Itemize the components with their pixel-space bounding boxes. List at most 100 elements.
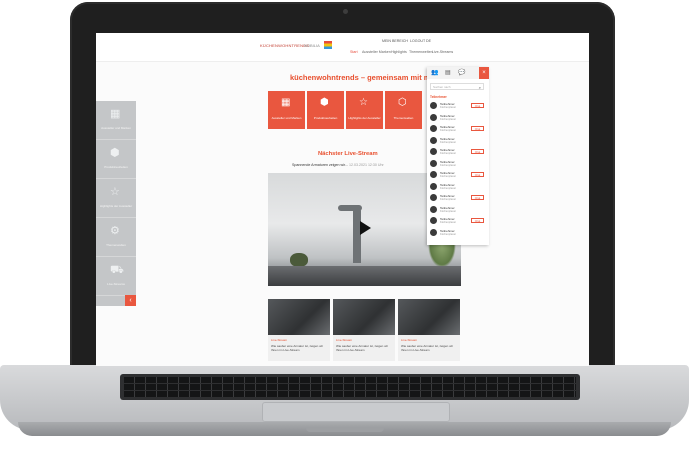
list-item[interactable]: Teilnehmer Küchenplaner [430, 228, 486, 238]
list-item[interactable]: Teilnehmer Küchenplaner Chat [430, 101, 486, 111]
participant-role: Küchenplaner [440, 106, 457, 109]
participant-role: Küchenplaner [440, 175, 457, 178]
lid-notch [306, 428, 384, 432]
participant-role: Küchenplaner [440, 221, 457, 224]
tile-highlights[interactable]: ☆ Highlights der Aussteller [346, 91, 383, 129]
sidebar-item-exhibitors[interactable]: ▦ Aussteller und Marken [96, 101, 136, 140]
livestream-date: 12.03.2021 12:30 Uhr [348, 163, 384, 167]
tile-themes[interactable]: ⬡ Themenwelten [385, 91, 422, 129]
livestream-heading: Nächster Live-Stream [318, 151, 378, 157]
counter-image [268, 266, 461, 286]
list-item[interactable]: Teilnehmer Küchenplaner [430, 205, 486, 215]
flag-icon [324, 41, 332, 49]
participant-role: Küchenplaner [440, 232, 457, 236]
list-item[interactable]: Teilnehmer Küchenplaner Chat [430, 170, 486, 180]
browser-viewport: KÜCHENWOHNTRENDS NOBILIA MEIN BEREICH LO… [96, 33, 589, 366]
participant-role: Küchenplaner [440, 140, 457, 144]
avatar [430, 113, 437, 121]
nav-highlights[interactable]: Highlights [391, 50, 407, 54]
tile-products[interactable]: ⬢ Produktneuheiten [307, 91, 344, 129]
nav-start[interactable]: Start [350, 50, 358, 54]
box-icon: ⬢ [320, 97, 329, 108]
teaser-image [268, 299, 330, 335]
chat-button[interactable]: Chat [471, 172, 484, 177]
panel-tabs: 👥 ▤ 💬 × [427, 67, 489, 79]
partner-logo: NOBILIA [304, 43, 320, 48]
grid-icon: ▦ [110, 108, 121, 120]
list-icon[interactable]: ▤ [445, 69, 451, 77]
box-icon: ⬢ [110, 147, 120, 159]
participant-role: Küchenplaner [440, 186, 457, 190]
star-icon: ☆ [359, 97, 368, 108]
list-item[interactable]: Teilnehmer Küchenplaner [430, 182, 486, 192]
list-item[interactable]: Teilnehmer Küchenplaner Chat [430, 124, 486, 134]
chat-button[interactable]: Chat [471, 126, 484, 131]
teaser-card[interactable]: Live-Stream Wie sauber eine Armatur ist,… [333, 299, 395, 361]
avatar [430, 102, 437, 109]
list-item[interactable]: Teilnehmer Küchenplaner [430, 136, 486, 146]
avatar [430, 136, 437, 144]
cube-icon: ⬡ [398, 97, 407, 108]
trackpad [262, 402, 450, 422]
participant-role: Küchenplaner [440, 117, 457, 121]
sidebar-item-highlights[interactable]: ☆ Highlights der Aussteller [96, 179, 136, 218]
site-header: KÜCHENWOHNTRENDS NOBILIA MEIN BEREICH LO… [96, 33, 589, 62]
avatar [430, 159, 437, 167]
participant-role: Küchenplaner [440, 152, 457, 155]
nav-livestreams[interactable]: Live-Streams [432, 50, 453, 54]
my-area-link[interactable]: MEIN BEREICH [382, 39, 408, 43]
nav-themes[interactable]: Themenwelten [409, 50, 433, 54]
sidebar-item-products[interactable]: ⬢ Produktneuheiten [96, 140, 136, 179]
avatar [430, 125, 437, 132]
chat-button[interactable]: Chat [471, 103, 484, 108]
chat-button[interactable]: Chat [471, 218, 484, 223]
list-item[interactable]: Teilnehmer Küchenplaner [430, 159, 486, 169]
participants-heading: Teilnehmer [430, 95, 447, 99]
list-item[interactable]: Teilnehmer Küchenplaner Chat [430, 216, 486, 226]
chat-button[interactable]: Chat [471, 195, 484, 200]
list-item[interactable]: Teilnehmer Küchenplaner Chat [430, 147, 486, 157]
avatar [430, 148, 437, 155]
participant-role: Küchenplaner [440, 209, 457, 213]
teaser-card[interactable]: Live-Stream Wie sauber eine Armatur ist,… [268, 299, 330, 361]
list-item[interactable]: Teilnehmer Küchenplaner [430, 113, 486, 123]
chat-button[interactable]: Chat [471, 149, 484, 154]
participants-panel: 👥 ▤ 💬 × Suchen nach ⌕ Teilnehmer Teilneh… [427, 67, 489, 245]
avatar [430, 205, 437, 213]
nav-exhibitors[interactable]: Aussteller Marken [362, 50, 391, 54]
tile-exhibitors[interactable]: ▦ Aussteller und Marken [268, 91, 305, 129]
teaser-card[interactable]: Live-Stream Wie sauber eine Armatur ist,… [398, 299, 460, 361]
language-link[interactable]: DE [426, 39, 431, 43]
list-item[interactable]: Teilnehmer Küchenplaner Chat [430, 193, 486, 203]
participant-role: Küchenplaner [440, 198, 457, 201]
avatar [430, 228, 437, 236]
livestream-subtitle: Spannende Armaturen zeigen wir... 12.03.… [292, 163, 384, 167]
keyboard [120, 374, 580, 400]
avatar [430, 182, 437, 190]
teaser-image [333, 299, 395, 335]
participant-role: Küchenplaner [440, 163, 457, 167]
camera-icon [343, 9, 348, 14]
grid-icon: ▦ [281, 97, 291, 108]
sidebar-item-livestreams[interactable]: ⛟ Live-Streams [96, 257, 136, 296]
sidebar-item-themes[interactable]: ⚙ Themenwelten [96, 218, 136, 257]
avatar [430, 171, 437, 178]
teaser-image [398, 299, 460, 335]
close-icon[interactable]: × [479, 67, 489, 79]
gear-icon: ⚙ [110, 225, 120, 237]
logout-link[interactable]: LOGOUT [410, 39, 425, 43]
participant-role: Küchenplaner [440, 129, 457, 132]
avatar [430, 217, 437, 224]
search-icon[interactable]: ⌕ [479, 84, 481, 91]
star-icon: ☆ [110, 186, 120, 198]
chat-icon[interactable]: 💬 [458, 69, 465, 77]
left-sidebar: ▦ Aussteller und Marken ⬢ Produktneuheit… [96, 101, 136, 306]
people-icon[interactable]: 👥 [431, 69, 438, 77]
sidebar-collapse-button[interactable]: ‹ [125, 295, 136, 306]
play-icon[interactable] [360, 221, 371, 235]
site-logo[interactable]: KÜCHENWOHNTRENDS [260, 43, 309, 48]
participant-search-input[interactable]: Suchen nach ⌕ [430, 83, 484, 90]
truck-icon: ⛟ [110, 264, 124, 276]
avatar [430, 194, 437, 201]
vase-image [290, 253, 308, 267]
